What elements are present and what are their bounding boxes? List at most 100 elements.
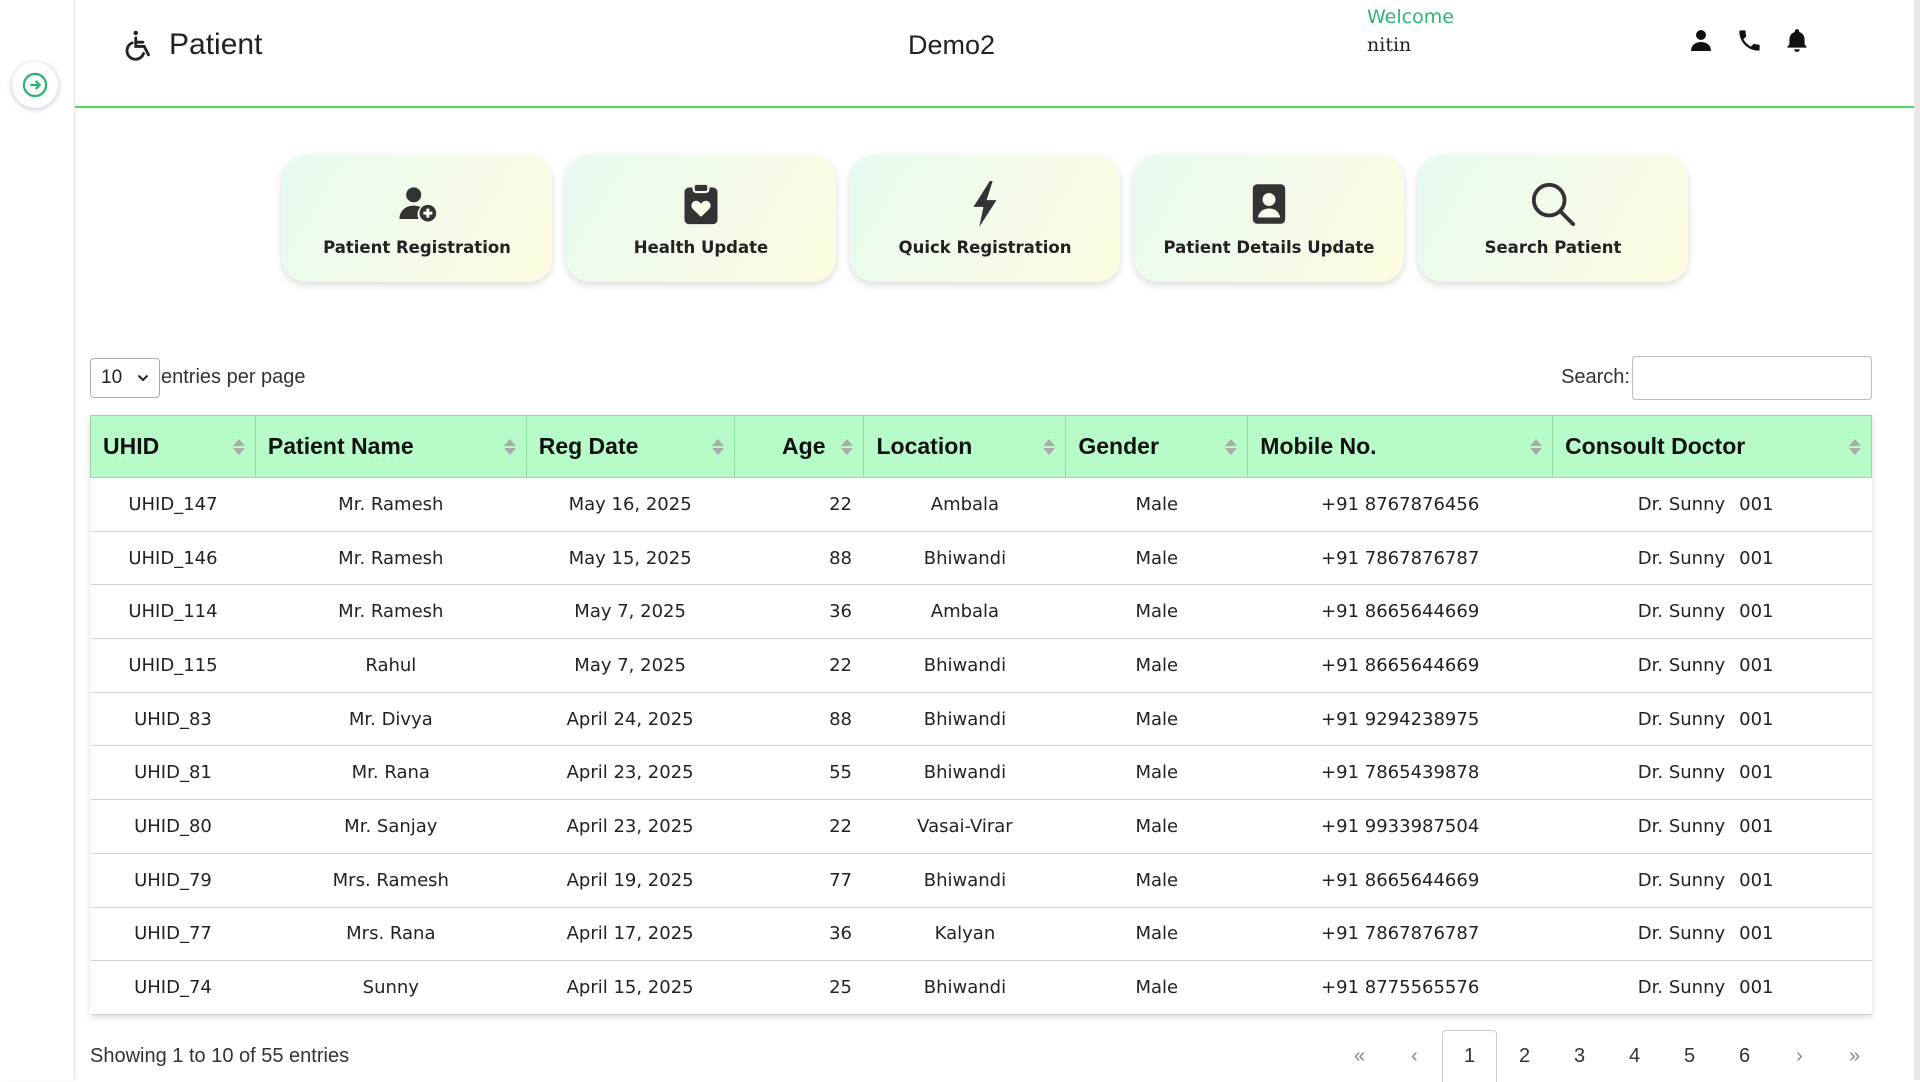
cell-uhid: UHID_79 <box>90 853 256 908</box>
doctor-name: Dr. Sunny <box>1637 869 1726 891</box>
cell-age: 36 <box>734 584 864 640</box>
tile-label: Search Patient <box>1484 238 1622 257</box>
column-header-age[interactable]: Age <box>733 415 865 478</box>
cell-age: 22 <box>734 638 864 693</box>
cell-patient-name: Mr. Ramesh <box>255 531 527 586</box>
page-button-4[interactable]: 4 <box>1607 1030 1662 1082</box>
sort-icon <box>711 438 724 455</box>
sort-icon <box>1043 438 1056 455</box>
cell-reg-date: April 24, 2025 <box>526 692 735 747</box>
cell-mobile-no: +91 8775565576 <box>1247 960 1553 1015</box>
doctor-name: Dr. Sunny <box>1637 708 1726 730</box>
phone-icon-button[interactable] <box>1735 24 1763 56</box>
table-row[interactable]: UHID_146 Mr. Ramesh May 15, 2025 88 Bhiwandi… <box>90 531 1872 586</box>
user-icon <box>1691 30 1711 51</box>
doctor-name: Dr. Sunny <box>1637 762 1726 784</box>
arrow-right-circle-icon <box>22 72 48 98</box>
table-row[interactable]: UHID_83 Mr. Divya April 24, 2025 88 Bhiwandi… <box>90 692 1872 747</box>
cell-location: Bhiwandi <box>863 531 1066 586</box>
cell-consult-doctor: Dr. Sunny 001 <box>1552 799 1872 854</box>
page-first-button[interactable]: « <box>1332 1030 1387 1082</box>
doctor-name: Dr. Sunny <box>1637 654 1726 676</box>
cell-reg-date: May 16, 2025 <box>526 477 735 532</box>
cell-patient-name: Sunny <box>255 960 527 1015</box>
cell-location: Ambala <box>863 477 1066 532</box>
cell-age: 25 <box>734 960 864 1015</box>
doctor-code: 001 <box>1739 815 1774 837</box>
table-row[interactable]: UHID_77 Mrs. Rana April 17, 2025 36 Kalyan Ma… <box>90 907 1872 962</box>
org-name: Demo2 <box>908 30 996 60</box>
sort-icon <box>232 438 245 455</box>
page-prev-button[interactable]: ‹ <box>1387 1030 1442 1082</box>
table-row[interactable]: UHID_80 Mr. Sanjay April 23, 2025 22 Vasai-V… <box>90 799 1872 854</box>
page-button-6[interactable]: 6 <box>1717 1030 1772 1082</box>
cell-patient-name: Rahul <box>255 638 527 693</box>
page-button-5[interactable]: 5 <box>1662 1030 1717 1082</box>
doctor-code: 001 <box>1739 493 1774 515</box>
search-input[interactable] <box>1632 356 1872 400</box>
cell-reg-date: May 7, 2025 <box>526 584 735 640</box>
cell-uhid: UHID_74 <box>90 960 256 1015</box>
cell-consult-doctor: Dr. Sunny 001 <box>1552 477 1872 532</box>
cell-mobile-no: +91 8665644669 <box>1247 584 1553 640</box>
cell-uhid: UHID_83 <box>90 692 256 747</box>
table-row[interactable]: UHID_114 Mr. Ramesh May 7, 2025 36 Ambala Mal… <box>90 584 1872 640</box>
cell-consult-doctor: Dr. Sunny 001 <box>1552 960 1872 1015</box>
patient-details-update-tile[interactable]: Patient Details Update <box>1134 155 1404 282</box>
health-update-tile[interactable]: Health Update <box>566 155 836 282</box>
user-icon-button[interactable] <box>1687 24 1715 56</box>
entries-per-page-label: entries per page <box>161 366 306 388</box>
table-header-row: UHID Patient Name Reg Date Age Location … <box>90 415 1872 478</box>
doctor-code: 001 <box>1739 708 1774 730</box>
clipboard-heart-icon <box>684 182 718 225</box>
patients-table: UHID Patient Name Reg Date Age Location … <box>90 415 1872 1015</box>
column-header-reg-date[interactable]: Reg Date <box>525 415 735 478</box>
column-header-location[interactable]: Location <box>863 415 1067 478</box>
doctor-name: Dr. Sunny <box>1637 547 1726 569</box>
page-button-3[interactable]: 3 <box>1552 1030 1607 1082</box>
cell-age: 55 <box>734 745 864 801</box>
sidebar-toggle-button[interactable] <box>12 62 58 108</box>
patient-registration-tile[interactable]: Patient Registration <box>282 155 552 282</box>
quick-registration-tile[interactable]: Quick Registration <box>850 155 1120 282</box>
table-row[interactable]: UHID_81 Mr. Rana April 23, 2025 55 Bhiwandi M… <box>90 745 1872 801</box>
page-button-1[interactable]: 1 <box>1442 1030 1497 1082</box>
cell-patient-name: Mr. Divya <box>255 692 527 747</box>
doctor-code: 001 <box>1739 547 1774 569</box>
cell-reg-date: May 15, 2025 <box>526 531 735 586</box>
doctor-code: 001 <box>1739 762 1774 784</box>
doctor-code: 001 <box>1739 923 1774 945</box>
search-patient-tile[interactable]: Search Patient <box>1418 155 1688 282</box>
tile-label: Health Update <box>633 238 769 257</box>
column-header-mobile-no[interactable]: Mobile No. <box>1247 415 1554 478</box>
cell-gender: Male <box>1065 531 1248 586</box>
column-header-uhid[interactable]: UHID <box>90 415 256 478</box>
doctor-name: Dr. Sunny <box>1637 493 1726 515</box>
table-row[interactable]: UHID_74 Sunny April 15, 2025 25 Bhiwandi Male… <box>90 960 1872 1015</box>
scrollbar[interactable] <box>1914 0 1920 1080</box>
page-title: Patient <box>169 28 263 61</box>
cell-reg-date: April 15, 2025 <box>526 960 735 1015</box>
table-row[interactable]: UHID_79 Mrs. Ramesh April 19, 2025 77 Bhiwan… <box>90 853 1872 908</box>
page-last-button[interactable]: » <box>1827 1030 1882 1082</box>
bell-icon <box>1787 29 1807 52</box>
cell-age: 22 <box>734 477 864 532</box>
cell-location: Ambala <box>863 584 1066 640</box>
column-header-patient-name[interactable]: Patient Name <box>254 415 527 478</box>
table-row[interactable]: UHID_115 Rahul May 7, 2025 22 Bhiwandi Male +9… <box>90 638 1872 693</box>
bell-icon-button[interactable] <box>1783 24 1811 56</box>
column-header-gender[interactable]: Gender <box>1065 415 1249 478</box>
cell-consult-doctor: Dr. Sunny 001 <box>1552 745 1872 801</box>
cell-location: Bhiwandi <box>863 692 1066 747</box>
cell-mobile-no: +91 8665644669 <box>1247 638 1553 693</box>
table-row[interactable]: UHID_147 Mr. Ramesh May 16, 2025 22 Ambala Ma… <box>90 477 1872 532</box>
page-button-2[interactable]: 2 <box>1497 1030 1552 1082</box>
search-label: Search: <box>1561 366 1630 388</box>
page-next-button[interactable]: › <box>1772 1030 1827 1082</box>
doctor-name: Dr. Sunny <box>1637 977 1726 999</box>
column-header-consult-doctor[interactable]: Consoult Doctor <box>1552 415 1872 478</box>
cell-consult-doctor: Dr. Sunny 001 <box>1552 638 1872 693</box>
cell-location: Vasai-Virar <box>863 799 1066 854</box>
entries-per-page-select[interactable]: 10 <box>90 358 160 398</box>
cell-gender: Male <box>1065 692 1248 747</box>
